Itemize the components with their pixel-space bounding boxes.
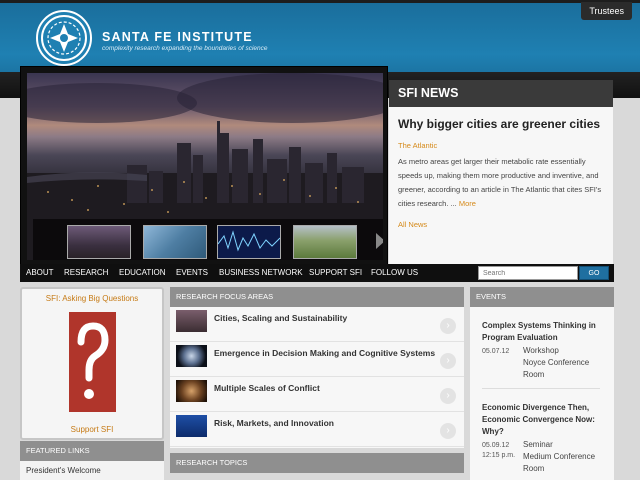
research-item-label[interactable]: Cities, Scaling and Sustainability [214,313,347,323]
event-location: Noyce Conference Room [523,358,590,379]
event-divider [482,388,600,389]
asking-big-questions-title[interactable]: SFI: Asking Big Questions [22,294,162,303]
event-date: 05.07.12 [482,348,510,355]
asking-big-questions-box: SFI: Asking Big Questions Support SFI [20,287,164,440]
research-item[interactable]: Emergence in Decision Making and Cogniti… [170,342,464,377]
nav-business-network[interactable]: BUSINESS NETWORK [219,264,303,282]
research-focus-heading: RESEARCH FOCUS AREAS [170,287,464,307]
thumbnail-strip [33,219,383,260]
news-panel: Why bigger cities are greener cities The… [389,107,613,265]
featured-links-list: President's Welcome [20,461,164,480]
next-arrow-icon[interactable] [376,233,383,249]
nav-education[interactable]: EDUCATION [119,264,166,282]
research-item-label[interactable]: Multiple Scales of Conflict [214,383,320,393]
site-title[interactable]: SANTA FE INSTITUTE [102,30,253,44]
arrow-right-icon[interactable]: › [440,353,456,369]
event-location: Medium Conference Room [523,452,596,473]
news-body: As metro areas get larger their metaboli… [398,155,604,211]
arrow-right-icon[interactable]: › [440,388,456,404]
event-type: Seminar [523,440,553,449]
research-thumb-cities [176,310,207,332]
hero-image-cityscape[interactable] [27,73,383,260]
event-title[interactable]: Economic Divergence Then, Economic Conve… [482,402,608,438]
nav-events[interactable]: EVENTS [176,264,208,282]
main-nav: ABOUT RESEARCH EDUCATION EVENTS BUSINESS… [20,264,614,282]
nav-support-sfi[interactable]: SUPPORT SFI [309,264,362,282]
arrow-right-icon[interactable]: › [440,423,456,439]
research-thumb-brain [176,345,207,367]
nav-follow-us[interactable]: FOLLOW US [371,264,418,282]
research-topics-heading: RESEARCH TOPICS [170,453,464,473]
event-type: Workshop [523,346,559,355]
nav-about[interactable]: ABOUT [26,264,54,282]
support-sfi-link[interactable]: Support SFI [22,425,162,434]
event-date: 05.09.12 [482,442,510,449]
news-source[interactable]: The Atlantic [398,141,604,150]
thumbnail-city[interactable] [67,225,131,259]
event-title[interactable]: Complex Systems Thinking in Program Eval… [482,320,608,344]
news-body-text: As metro areas get larger their metaboli… [398,157,602,208]
question-mark-graphic[interactable] [69,312,116,412]
site-tagline: complexity research expanding the bounda… [102,45,268,52]
events-list: Complex Systems Thinking in Program Eval… [470,307,614,480]
thumbnail-chart[interactable] [217,225,281,259]
news-headline[interactable]: Why bigger cities are greener cities [398,117,604,131]
featured-link-presidents-welcome[interactable]: President's Welcome [26,466,101,475]
research-item[interactable]: Multiple Scales of Conflict › [170,377,464,412]
research-focus-list: Cities, Scaling and Sustainability › Eme… [170,307,464,448]
sfi-logo[interactable] [36,10,92,66]
research-item-label[interactable]: Risk, Markets, and Innovation [214,418,334,428]
search-go-button[interactable]: GO [579,266,609,280]
nav-research[interactable]: RESEARCH [64,264,108,282]
research-thumb-conflict [176,380,207,402]
thumbnail-field[interactable] [293,225,357,259]
research-item[interactable]: Risk, Markets, and Innovation › [170,412,464,447]
news-heading: SFI NEWS [389,80,613,107]
thumbnail-people[interactable] [143,225,207,259]
all-news-link[interactable]: All News [398,220,604,229]
research-item[interactable]: Cities, Scaling and Sustainability › [170,307,464,342]
trustees-button[interactable]: Trustees [581,2,632,20]
search-input[interactable] [478,266,578,280]
hero-slideshow [20,66,388,265]
research-thumb-markets [176,415,207,437]
arrow-right-icon[interactable]: › [440,318,456,334]
featured-links-heading: FEATURED LINKS [20,441,164,461]
research-item-label[interactable]: Emergence in Decision Making and Cogniti… [214,348,435,358]
news-more-link[interactable]: More [459,199,476,208]
event-time: 12:15 p.m. [482,452,516,459]
events-heading: EVENTS [470,287,614,307]
